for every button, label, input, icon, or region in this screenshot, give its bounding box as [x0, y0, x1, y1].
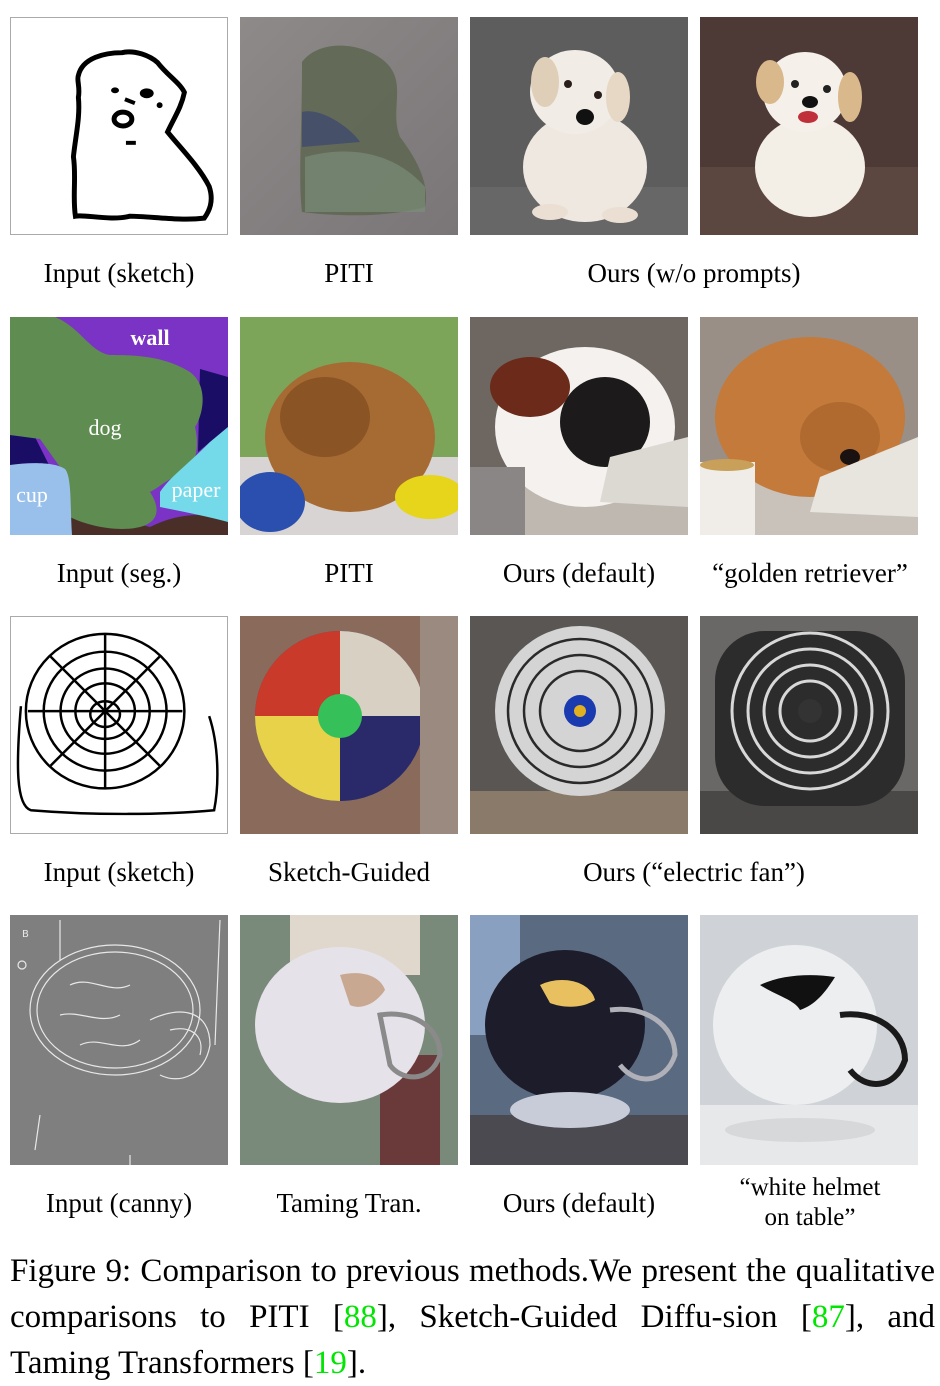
seg-label-paper: paper: [172, 477, 222, 502]
figure-caption: Figure 9: Comparison to previous methods…: [10, 1248, 935, 1386]
label-piti: PITI: [324, 258, 374, 288]
label-line-2: on table”: [764, 1204, 856, 1231]
input-canny-helmet-image: B: [10, 915, 228, 1165]
label-line-1: “white helmet: [739, 1174, 881, 1201]
ours-output-fan-2-image: [700, 616, 918, 834]
sketch-guided-output-fan-image: [240, 616, 458, 834]
label-input-seg: Input (seg.): [56, 558, 182, 588]
ours-output-golden-retriever-image: [700, 317, 918, 535]
ours-output-white-puppy-brown-image: [700, 17, 918, 235]
seg-label-dog: dog: [89, 415, 122, 440]
caption-text: ], Sketch-Guided Diffu-sion [: [376, 1299, 812, 1335]
citation-link[interactable]: 88: [344, 1299, 377, 1335]
citation-link[interactable]: 87: [812, 1299, 845, 1335]
piti-output-dog-sketch-image: [240, 17, 458, 235]
input-segmentation-map-image: wall dog cup paper: [10, 317, 228, 535]
seg-label-wall: wall: [130, 325, 169, 350]
label-ours-wo-prompts: Ours (w/o prompts): [587, 258, 801, 288]
label-ours-default: Ours (default): [502, 1188, 656, 1218]
label-input-canny: Input (canny): [45, 1188, 193, 1218]
taming-transformer-output-helmet-image: [240, 915, 458, 1165]
label-sketch-guided: Sketch-Guided: [268, 857, 430, 887]
seg-label-cup: cup: [16, 482, 48, 507]
label-input-sketch: Input (sketch): [43, 857, 195, 887]
caption-text: ].: [346, 1345, 367, 1381]
label-piti: PITI: [324, 558, 374, 588]
piti-output-dog-seg-image: [240, 317, 458, 535]
ours-output-fan-1-image: [470, 616, 688, 834]
label-golden-retriever: “golden retriever”: [712, 558, 908, 588]
label-taming-tran: Taming Tran.: [276, 1188, 422, 1218]
label-ours-electric-fan: Ours (“electric fan”): [583, 857, 805, 887]
label-white-helmet-on-table: “white helmet on table”: [690, 1173, 930, 1233]
ours-output-white-helmet-image: [700, 915, 918, 1165]
label-input-sketch: Input (sketch): [43, 258, 195, 288]
svg-text:B: B: [22, 929, 29, 940]
ours-output-dark-helmet-image: [470, 915, 688, 1165]
ours-output-black-white-dog-image: [470, 317, 688, 535]
input-sketch-fan-image: [10, 616, 228, 834]
citation-link[interactable]: 19: [314, 1345, 347, 1381]
label-ours-default: Ours (default): [502, 558, 656, 588]
input-sketch-dog-image: [10, 17, 228, 235]
ours-output-white-puppy-grey-image: [470, 17, 688, 235]
